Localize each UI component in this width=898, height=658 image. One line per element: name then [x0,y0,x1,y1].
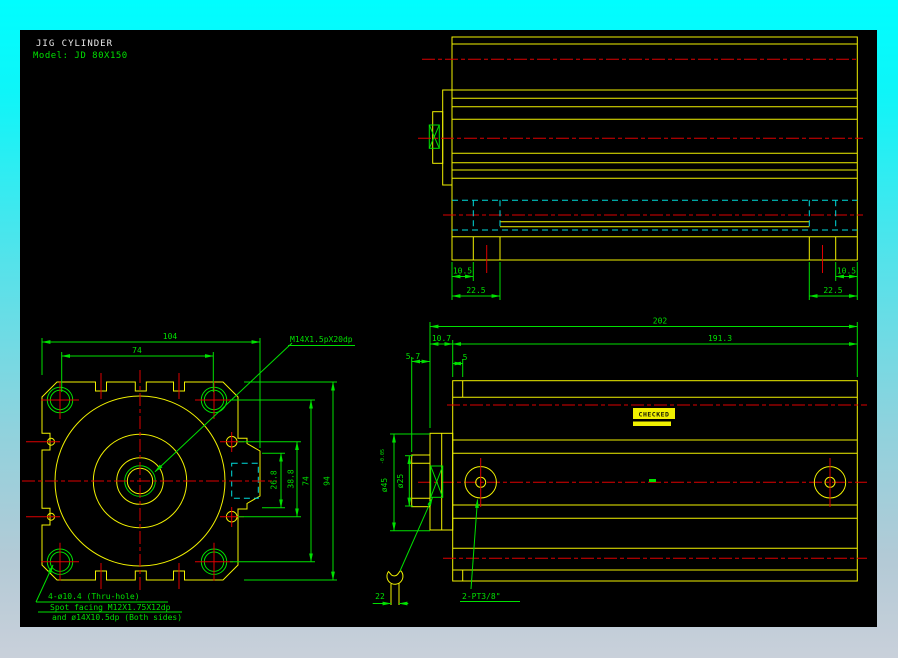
cad-drawing: JIG CYLINDER Model: JD 80X150 10.5 22.5 … [22,36,867,622]
section-x-box [428,124,440,149]
dim-94: 94 [323,476,332,486]
dim-104: 104 [163,332,178,341]
checked-stamp: CHECKED [633,408,675,426]
surface-mark [649,479,656,482]
top-view-dimensions [451,262,858,300]
note-line-1: 4-ø10.4 (Thru-hole) [48,592,140,601]
dim-22-5-right: 22.5 [823,286,842,295]
dim-26-8: 26.8 [270,470,279,489]
thread-callout: M14X1.5pX20dp [290,335,353,344]
drawing-model: Model: JD 80X150 [33,51,128,61]
front-view: 104 74 26.8 38.8 74 94 M14X1.5pX20dp 4-ø… [22,332,355,622]
dim-74-top: 74 [132,346,142,355]
dim-22: 22 [375,592,385,601]
stamp-text: CHECKED [639,411,670,419]
dim-202: 202 [653,317,668,326]
drawing-canvas: JIG CYLINDER Model: JD 80X150 10.5 22.5 … [20,30,877,627]
drawing-title: JIG CYLINDER [36,39,113,49]
note-line-3: and ø14X10.5dp (Both sides) [52,613,182,622]
dim-191-3: 191.3 [708,334,732,343]
dim-bore-tolerance: -0.05 [380,449,386,464]
wrench-symbol [386,569,404,605]
dim-10-5-right: 10.5 [837,267,856,276]
note-line-2: Spot facing M12X1.75X12dp [50,603,171,612]
bottom-side-view: CHECKED 202 10.7 191.3 5.7 5 ø45 -0.05 ø… [372,317,867,606]
section-x-box-2 [430,465,444,498]
top-side-view: 10.5 22.5 10.5 22.5 [418,36,863,300]
title-block: JIG CYLINDER Model: JD 80X150 [33,39,128,61]
dim-74-right: 74 [302,476,311,486]
dim-10-7: 10.7 [432,334,451,343]
piston-rod [411,454,431,508]
dim-22-5-left: 22.5 [466,286,485,295]
dim-bore-dia: ø45 [380,478,389,493]
dim-5-7: 5.7 [406,352,421,361]
port-callout: 2-PT3/8" [462,592,501,601]
dim-5: 5 [463,353,468,362]
side-view-dimensions [372,322,858,606]
dim-10-5-left: 10.5 [453,267,472,276]
dim-rod-dia: ø25 [396,474,405,489]
dim-38-8: 38.8 [287,469,296,488]
cad-viewer-window: { "header": { "title": "JIG CYLINDER", "… [0,0,898,658]
front-view-dimensions [35,338,355,613]
rod-flange [442,89,453,186]
